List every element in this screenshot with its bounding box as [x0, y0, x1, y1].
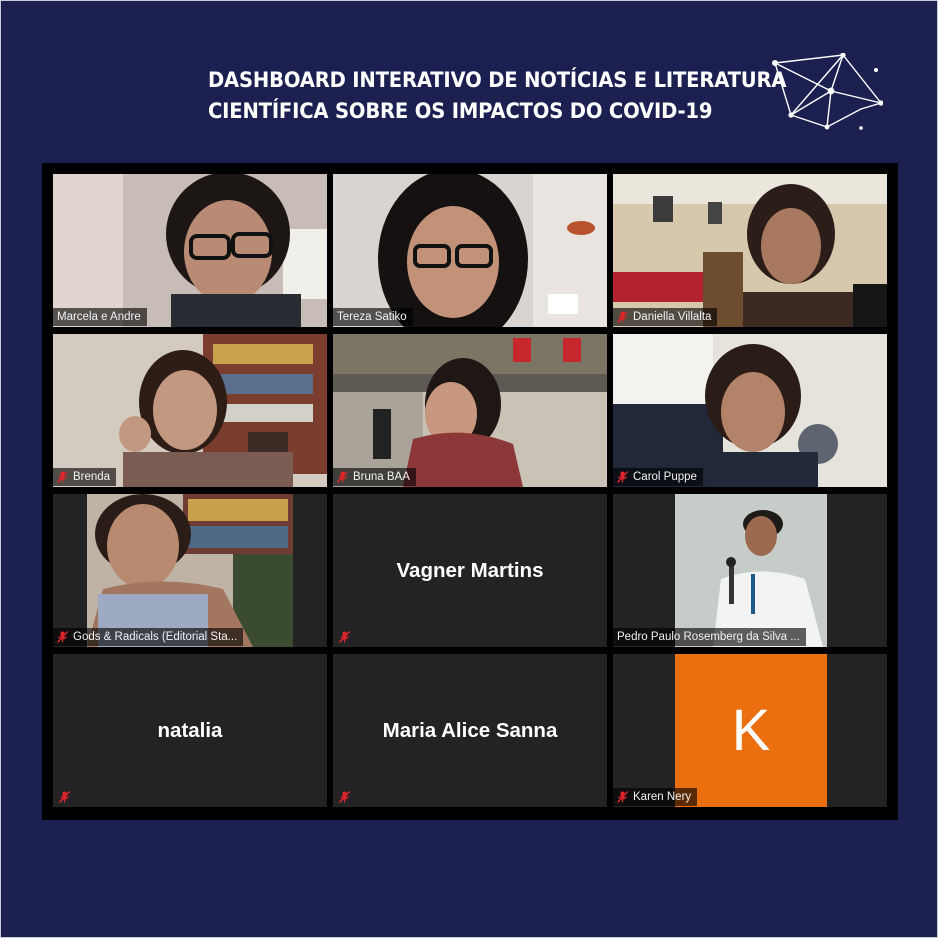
participant-video: [613, 494, 887, 647]
participant-name: Tereza Satiko: [337, 311, 407, 323]
muted-mic-icon: [337, 471, 348, 483]
participant-video: [613, 334, 887, 487]
participant-tile-bruna[interactable]: Bruna BAA: [333, 334, 607, 487]
participant-name: Karen Nery: [633, 791, 692, 803]
participant-name: Daniella Villalta: [633, 311, 712, 323]
muted-mic-icon: [617, 311, 628, 323]
participant-tile-gods-radicals[interactable]: Gods & Radicals (Editorial Sta...: [53, 494, 327, 647]
participant-name-tag: Brenda: [53, 468, 117, 486]
participant-name: Gods & Radicals (Editorial Sta...: [73, 631, 238, 643]
network-constellation-icon: [772, 53, 883, 130]
participant-video: [613, 174, 887, 327]
participant-tile-natalia[interactable]: natalia: [53, 654, 327, 807]
participant-tile-pedro[interactable]: Pedro Paulo Rosemberg da Silva ...: [613, 494, 887, 647]
title-line-2: CIENTÍFICA SOBRE OS IMPACTOS DO COVID-19: [208, 99, 713, 124]
participant-tile-carol[interactable]: Carol Puppe: [613, 334, 887, 487]
dashboard-title: DASHBOARD INTERATIVO DE NOTÍCIAS E LITER…: [208, 65, 787, 127]
muted-mic-icon: [339, 791, 350, 803]
participant-video: [53, 494, 327, 647]
participant-name-tag: Carol Puppe: [613, 468, 703, 486]
participant-name: Pedro Paulo Rosemberg da Silva ...: [617, 631, 800, 643]
participant-name-tag: Marcela e Andre: [53, 308, 147, 326]
participant-tile-maria-alice[interactable]: Maria Alice Sanna: [333, 654, 607, 807]
avatar: K: [675, 654, 827, 807]
participant-tile-karen[interactable]: K Karen Nery: [613, 654, 887, 807]
card-background: DASHBOARD INTERATIVO DE NOTÍCIAS E LITER…: [0, 0, 938, 938]
participant-display-name: Maria Alice Sanna: [382, 718, 558, 742]
title-line-1: DASHBOARD INTERATIVO DE NOTÍCIAS E LITER…: [208, 68, 787, 93]
participant-tile-daniella[interactable]: Daniella Villalta: [613, 174, 887, 327]
muted-mic-icon: [617, 791, 628, 803]
participant-video: [333, 174, 607, 327]
participant-name-tag: Tereza Satiko: [333, 308, 413, 326]
participant-name-tag: Karen Nery: [613, 788, 698, 806]
participant-tile-vagner[interactable]: Vagner Martins: [333, 494, 607, 647]
participant-tile-marcela[interactable]: Marcela e Andre: [53, 174, 327, 327]
participant-display-name: Vagner Martins: [396, 558, 544, 582]
participant-tile-brenda[interactable]: Brenda: [53, 334, 327, 487]
muted-mic-icon: [57, 471, 68, 483]
participant-video: [53, 334, 327, 487]
muted-mic-icon: [59, 791, 70, 803]
participant-name-tag: Daniella Villalta: [613, 308, 718, 326]
participant-video: [333, 334, 607, 487]
participant-name: Bruna BAA: [353, 471, 410, 483]
participant-name: Carol Puppe: [633, 471, 697, 483]
muted-mic-icon: [57, 631, 68, 643]
participant-tile-tereza[interactable]: Tereza Satiko: [333, 174, 607, 327]
participant-name: Marcela e Andre: [57, 311, 141, 323]
avatar-letter: K: [731, 698, 771, 763]
muted-mic-icon: [339, 631, 350, 643]
participant-video: [53, 174, 327, 327]
muted-mic-icon: [617, 471, 628, 483]
participant-name-tag: Pedro Paulo Rosemberg da Silva ...: [613, 628, 806, 646]
participant-name-tag: Gods & Radicals (Editorial Sta...: [53, 628, 244, 646]
participant-display-name: natalia: [157, 718, 223, 742]
video-call-grid: Marcela e Andre Tereza Satiko Daniella V…: [42, 163, 898, 820]
participant-name-tag: Bruna BAA: [333, 468, 416, 486]
participant-name: Brenda: [73, 471, 111, 483]
